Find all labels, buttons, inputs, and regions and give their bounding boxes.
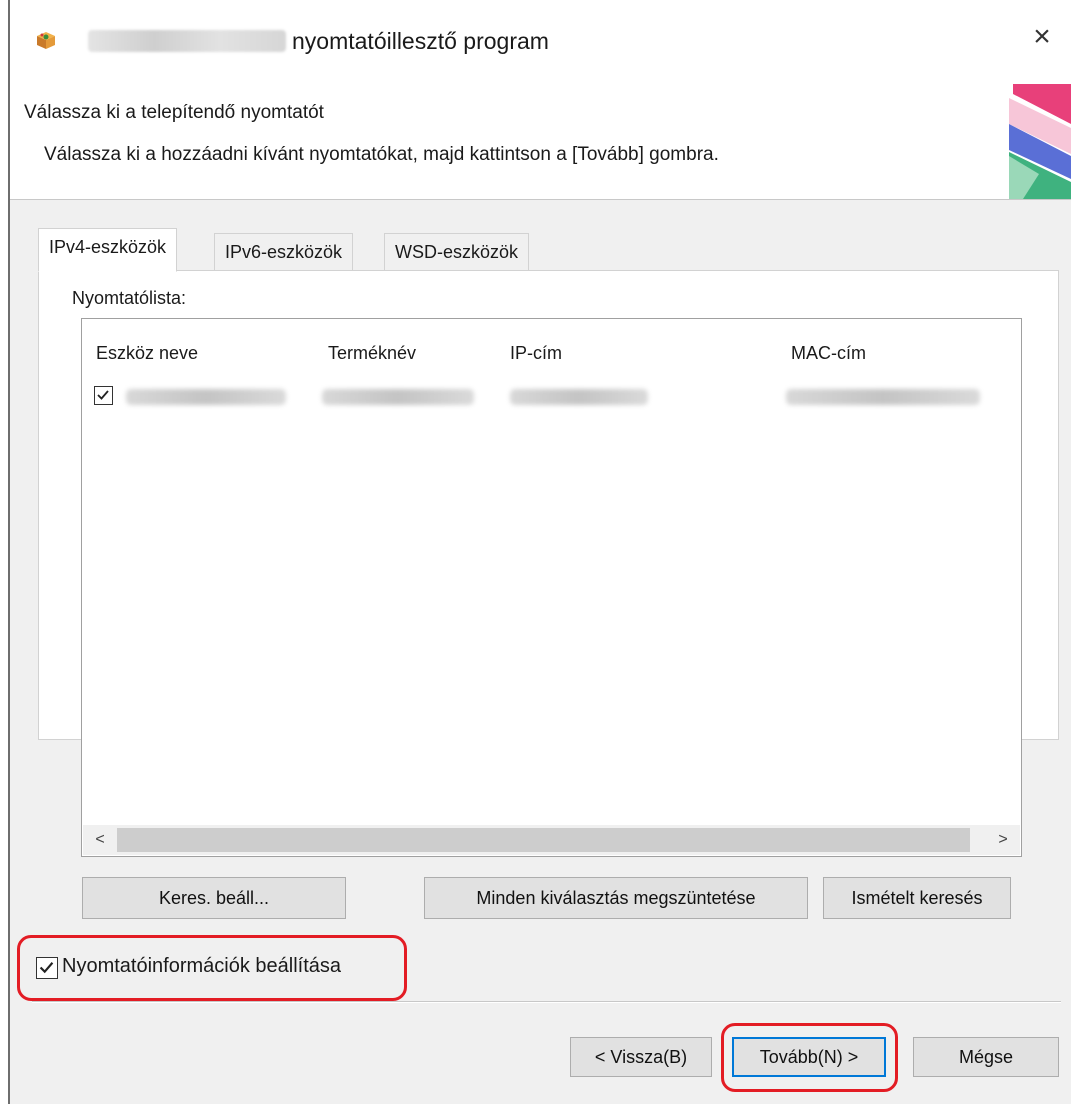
page-subtitle: Válassza ki a hozzáadni kívánt nyomtatók… — [44, 144, 719, 165]
printer-list-label: Nyomtatólista: — [72, 288, 187, 308]
page-title: Válassza ki a telepítendő nyomtatót — [24, 102, 324, 123]
scrollbar-thumb[interactable] — [117, 828, 970, 852]
printer-list[interactable]: Eszköz neve Terméknév IP-cím MAC-cím < > — [81, 318, 1022, 857]
mac-address-redacted — [786, 389, 980, 405]
title-bar: nyomtatóillesztő program × — [10, 0, 1071, 84]
banner-graphic — [999, 84, 1071, 199]
horizontal-scrollbar[interactable]: < > — [83, 825, 1020, 855]
column-ip-address[interactable]: IP-cím — [510, 343, 562, 364]
product-name-redacted — [322, 389, 474, 405]
row-checkbox[interactable] — [94, 386, 113, 405]
checkbox-checked-icon — [39, 962, 54, 974]
search-again-button[interactable]: Ismételt keresés — [823, 877, 1011, 919]
search-settings-button[interactable]: Keres. beáll... — [82, 877, 346, 919]
column-mac-address[interactable]: MAC-cím — [791, 343, 866, 364]
tab-ipv6-devices[interactable]: IPv6-eszközök — [214, 233, 354, 271]
printer-info-checkbox-box[interactable] — [36, 957, 58, 979]
deselect-all-button[interactable]: Minden kiválasztás megszüntetése — [424, 877, 808, 919]
cancel-button[interactable]: Mégse — [913, 1037, 1059, 1077]
ip-address-redacted — [510, 389, 648, 405]
column-product-name[interactable]: Terméknév — [328, 343, 416, 364]
printer-info-label: Nyomtatóinformációk beállítása — [62, 955, 342, 977]
chevron-right-icon[interactable]: > — [988, 825, 1018, 855]
tab-wsd-devices[interactable]: WSD-eszközök — [384, 233, 530, 271]
chevron-left-icon[interactable]: < — [85, 825, 115, 855]
installer-window: nyomtatóillesztő program × Válassza ki a… — [8, 0, 1071, 1104]
app-installer-icon — [37, 32, 55, 49]
tab-ipv4-devices[interactable]: IPv4-eszközök — [38, 228, 178, 272]
next-button[interactable]: Tovább(N) > — [732, 1037, 886, 1077]
close-icon[interactable]: × — [1019, 14, 1065, 60]
title-product-name-redacted — [88, 30, 286, 52]
wizard-header: Válassza ki a telepítendő nyomtatót Vála… — [10, 84, 1071, 200]
table-row[interactable] — [82, 381, 1021, 411]
back-button[interactable]: < Vissza(B) — [570, 1037, 712, 1077]
footer-divider — [32, 1001, 1061, 1003]
checkbox-checked-icon — [97, 390, 109, 400]
device-name-redacted — [126, 389, 286, 405]
window-title: nyomtatóillesztő program — [292, 28, 549, 54]
column-device-name[interactable]: Eszköz neve — [96, 343, 198, 364]
